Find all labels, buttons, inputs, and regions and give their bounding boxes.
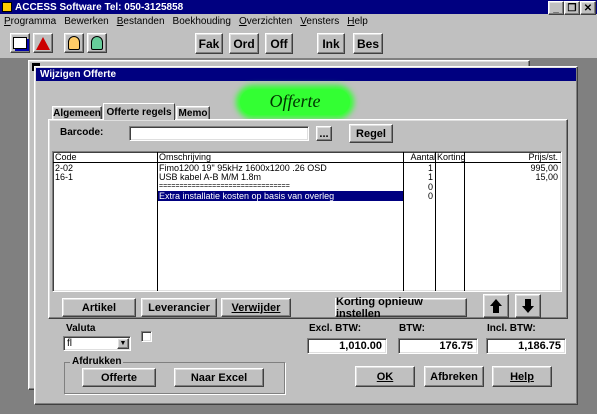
toolbar-bes-button[interactable]: Bes bbox=[353, 33, 383, 54]
column-divider bbox=[435, 152, 436, 291]
naar-excel-button[interactable]: Naar Excel bbox=[174, 368, 264, 387]
tab-memo[interactable]: Memo bbox=[176, 106, 210, 120]
table-row-price[interactable]: 15,00 bbox=[466, 173, 558, 182]
print-icon[interactable] bbox=[10, 33, 30, 53]
column-divider bbox=[157, 152, 158, 291]
table-row-desc-selected[interactable]: Extra installatie kosten op basis van ov… bbox=[159, 192, 402, 201]
table-row-code[interactable]: 16-1 bbox=[55, 173, 73, 182]
print-offerte-button[interactable]: Offerte bbox=[82, 368, 156, 387]
valuta-select[interactable]: fl ▼ bbox=[63, 336, 131, 351]
page-title: Offerte bbox=[269, 91, 321, 111]
header-divider bbox=[53, 162, 561, 163]
move-up-button[interactable] bbox=[483, 294, 509, 318]
menu-bar: Programma Bewerken Bestanden Boekhouding… bbox=[4, 15, 376, 28]
arrow-down-icon bbox=[522, 299, 534, 313]
incl-btw-label: Incl. BTW: bbox=[487, 323, 536, 334]
dialog-title: Wijzigen Offerte bbox=[40, 69, 117, 80]
toolbar-off-button[interactable]: Off bbox=[265, 33, 293, 54]
valuta-value: fl bbox=[67, 338, 72, 349]
korting-opnieuw-button[interactable]: Korting opnieuw instellen bbox=[335, 296, 467, 320]
browse-button[interactable]: ... bbox=[316, 126, 332, 141]
barcode-label: Barcode: bbox=[60, 127, 104, 138]
access-key-icon bbox=[2, 2, 12, 12]
table-row-price[interactable]: 995,00 bbox=[466, 164, 558, 173]
minimize-button[interactable]: _ bbox=[548, 1, 564, 15]
barcode-input[interactable] bbox=[129, 126, 309, 141]
tab-offerte-regels[interactable]: Offerte regels bbox=[103, 103, 175, 120]
warning-icon[interactable] bbox=[33, 33, 53, 53]
column-divider bbox=[403, 152, 404, 291]
toolbar-fak-button[interactable]: Fak bbox=[195, 33, 223, 54]
move-down-button[interactable] bbox=[515, 294, 541, 318]
table-row-desc[interactable]: ================================ bbox=[159, 182, 402, 191]
verwijder-button[interactable]: Verwijder bbox=[221, 298, 291, 317]
users-icon[interactable] bbox=[87, 33, 107, 53]
menu-help[interactable]: Help bbox=[347, 15, 368, 28]
order-lines-table: Code Omschrijving Aantal Korting Prijs/s… bbox=[52, 151, 562, 292]
incl-btw-value: 1,186.75 bbox=[486, 338, 566, 354]
app-title: ACCESS Software Tel: 050-3125858 bbox=[15, 1, 184, 13]
menu-programma[interactable]: Programma bbox=[4, 15, 56, 28]
table-row-qty[interactable]: 1 bbox=[405, 164, 433, 173]
excl-btw-value: 1,010.00 bbox=[307, 338, 387, 354]
menu-bewerken[interactable]: Bewerken bbox=[64, 15, 108, 28]
toolbar-ink-button[interactable]: Ink bbox=[317, 33, 345, 54]
close-button[interactable]: ✕ bbox=[580, 1, 596, 15]
menu-bestanden[interactable]: Bestanden bbox=[117, 15, 165, 28]
table-row-qty[interactable]: 1 bbox=[405, 173, 433, 182]
afdrukken-label: Afdrukken bbox=[70, 356, 124, 367]
column-divider bbox=[464, 152, 465, 291]
arrow-up-icon bbox=[490, 299, 502, 313]
regel-button[interactable]: Regel bbox=[349, 124, 393, 143]
ok-button[interactable]: OK bbox=[355, 366, 415, 387]
btw-label: BTW: bbox=[399, 323, 425, 334]
btw-value: 176.75 bbox=[398, 338, 478, 354]
table-row-desc[interactable]: Fimo1200 19" 95kHz 1600x1200 .26 OSD bbox=[159, 164, 402, 173]
table-row-desc[interactable]: USB kabel A-B M/M 1.8m bbox=[159, 173, 402, 182]
artikel-button[interactable]: Artikel bbox=[62, 298, 136, 317]
chevron-down-icon[interactable]: ▼ bbox=[117, 338, 129, 349]
excl-btw-label: Excl. BTW: bbox=[309, 323, 362, 334]
help-button[interactable]: Help bbox=[492, 366, 552, 387]
option-checkbox[interactable] bbox=[141, 331, 152, 342]
tab-algemeen[interactable]: Algemeen bbox=[52, 106, 102, 120]
restore-button[interactable]: ❐ bbox=[564, 1, 580, 15]
dialog-titlebar: Wijzigen Offerte bbox=[36, 68, 576, 81]
app-titlebar: ACCESS Software Tel: 050-3125858 bbox=[0, 0, 597, 14]
table-row-qty[interactable]: 0 bbox=[405, 192, 433, 201]
afbreken-button[interactable]: Afbreken bbox=[424, 366, 484, 387]
user-icon[interactable] bbox=[64, 33, 84, 53]
toolbar-ord-button[interactable]: Ord bbox=[229, 33, 259, 54]
valuta-label: Valuta bbox=[66, 323, 96, 334]
menu-boekhouding[interactable]: Boekhouding bbox=[173, 15, 231, 28]
leverancier-button[interactable]: Leverancier bbox=[141, 298, 217, 317]
menu-overzichten[interactable]: Overzichten bbox=[239, 15, 292, 28]
menu-vensters[interactable]: Vensters bbox=[300, 15, 339, 28]
table-row-code[interactable]: 2-02 bbox=[55, 164, 73, 173]
table-row-qty[interactable]: 0 bbox=[405, 183, 433, 192]
